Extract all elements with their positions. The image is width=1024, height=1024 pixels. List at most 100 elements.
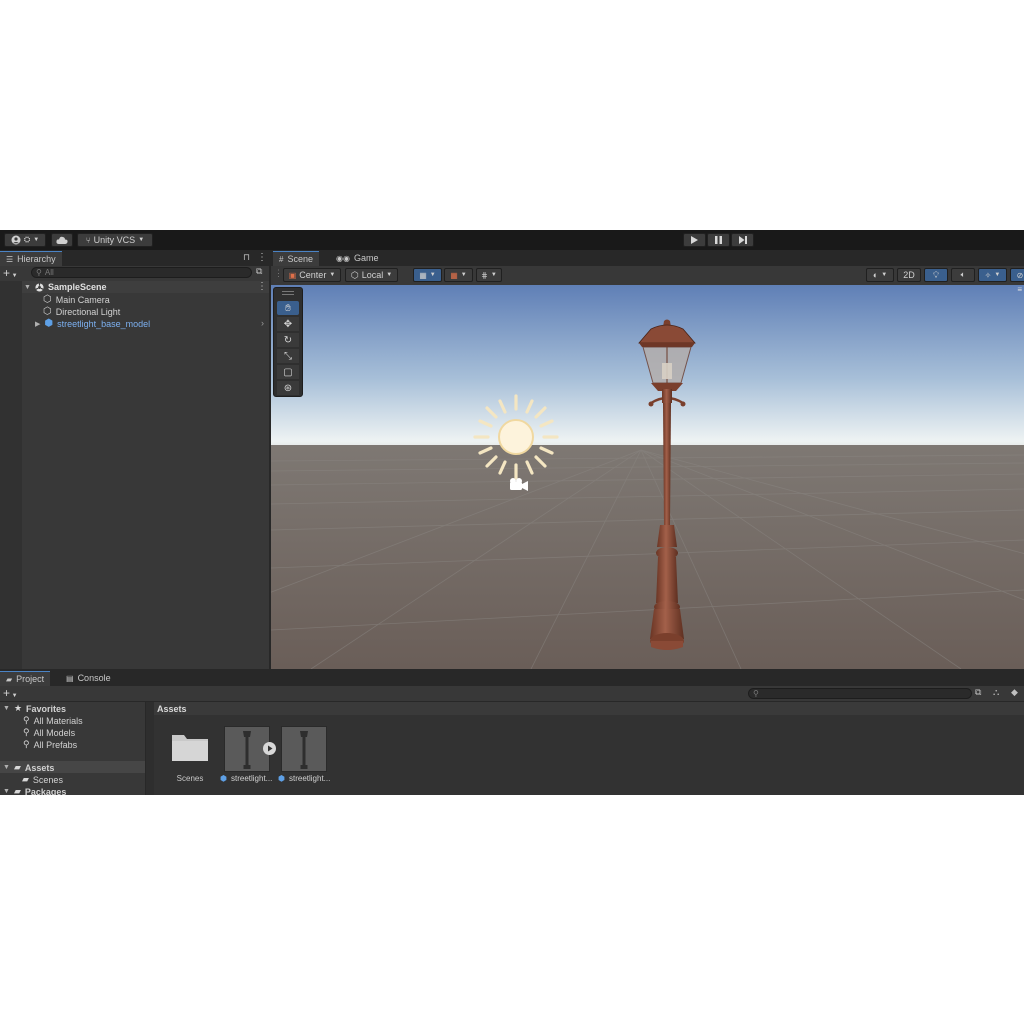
assets-folder-item[interactable]: ▼ ▰ Assets xyxy=(3,762,54,773)
scene-viewport[interactable]: ✋︎ ✥ ↻ ⤡ ▢ ⊛ ≡ xyxy=(271,285,1024,669)
audio-toggle-button[interactable]: 🔈︎ xyxy=(951,268,975,282)
hand-tool-icon: ✋︎ xyxy=(285,302,291,314)
assets-label: Assets xyxy=(24,762,55,773)
rect-tool-button[interactable]: ▢ xyxy=(277,365,299,379)
search-filter-icon[interactable]: ⧉ xyxy=(256,266,262,277)
version-control-dropdown[interactable]: ⑂ Unity VCS ▼ xyxy=(77,233,153,247)
scene-visibility-button[interactable]: ⊘ xyxy=(1010,268,1024,282)
favorites-label: Favorites xyxy=(26,703,67,714)
search-icon: ⚲ xyxy=(23,739,30,749)
hierarchy-item-directional-light[interactable]: ⬡ Directional Light xyxy=(43,306,120,317)
create-asset-button[interactable]: + ▼ xyxy=(3,686,18,700)
folder-icon: ▰ xyxy=(13,786,21,795)
packages-folder-item[interactable]: ▼ ▰ Packages xyxy=(3,786,66,795)
scenes-label: Scenes xyxy=(32,774,63,785)
tab-project-label: Project xyxy=(16,674,45,684)
breadcrumb[interactable]: Assets xyxy=(157,704,187,714)
list-icon: ☰ xyxy=(6,254,14,264)
favorite-item-all-models[interactable]: ⚲ All Models xyxy=(23,727,75,738)
transform-tool-button[interactable]: ⊛ xyxy=(277,381,299,395)
hand-tool-button[interactable]: ✋︎ xyxy=(277,301,299,315)
effects-dropdown[interactable]: ✧ ▼ xyxy=(978,268,1007,282)
asset-label-row: ⬢ streetlight... xyxy=(220,774,272,783)
favorite-item-all-materials[interactable]: ⚲ All Materials xyxy=(23,715,83,726)
ground-plane xyxy=(271,445,1024,669)
streetlight-thumbnail xyxy=(300,731,308,769)
scale-tool-icon: ⤡ xyxy=(284,350,292,362)
play-button[interactable] xyxy=(683,233,706,247)
chevron-down-icon: ▼ xyxy=(329,272,336,278)
expand-caret-icon[interactable]: ▼ xyxy=(24,284,31,291)
draw-mode-dropdown[interactable]: ◐ ▼ xyxy=(866,268,894,282)
tab-hierarchy-label: Hierarchy xyxy=(17,254,56,264)
more-options-icon[interactable]: ⋮ xyxy=(257,252,267,263)
chevron-down-icon: ▼ xyxy=(33,237,40,243)
search-icon: ⚲ xyxy=(23,727,30,737)
search-by-label-icon[interactable]: ⛬ xyxy=(993,687,999,698)
favorite-item-all-prefabs[interactable]: ⚲ All Prefabs xyxy=(23,739,77,750)
toolbar-grip-icon: ⋮ xyxy=(274,268,283,278)
chevron-down-icon: ▼ xyxy=(138,237,145,243)
tab-game[interactable]: ◉◉ Game xyxy=(330,251,384,265)
hierarchy-search-placeholder: All xyxy=(44,268,54,277)
asset-tile-streetlight-prefab[interactable] xyxy=(281,726,327,772)
project-tree-scrollbar[interactable] xyxy=(146,702,154,795)
expand-caret-icon[interactable]: ▼ xyxy=(3,705,10,712)
lighting-toggle-button[interactable]: 💡︎ xyxy=(924,268,948,282)
search-by-type-icon[interactable]: ⧉ xyxy=(975,687,981,698)
cloud-icon xyxy=(56,236,68,244)
pivot-mode-dropdown[interactable]: ▣ Center ▼ xyxy=(283,268,341,282)
tab-project[interactable]: ▰ Project xyxy=(0,671,51,686)
favorite-item-label: All Models xyxy=(33,727,76,738)
hierarchy-item-main-camera[interactable]: ⬡ Main Camera xyxy=(43,294,110,305)
hierarchy-search-input[interactable]: ⚲ All xyxy=(31,267,252,278)
gameobject-cube-icon: ⬡ xyxy=(43,306,52,317)
tag-icon[interactable]: ◆ xyxy=(1011,687,1018,698)
add-object-button[interactable]: + ▼ xyxy=(3,266,18,280)
cloud-button[interactable] xyxy=(51,233,73,247)
scene-root-item[interactable]: ▼ SampleScene xyxy=(24,282,106,292)
tab-console[interactable]: ▤ Console xyxy=(60,671,117,685)
increment-snap-button[interactable]: ▦ ▼ xyxy=(444,268,473,282)
directional-light-gizmo[interactable] xyxy=(473,394,559,480)
scenes-folder-item[interactable]: ▰ Scenes xyxy=(22,774,63,785)
favorites-header[interactable]: ▼ ★ Favorites xyxy=(3,703,66,714)
effects-icon: ✧ xyxy=(984,270,992,280)
project-search-input[interactable]: ⚲ xyxy=(748,688,972,699)
scene-render[interactable] xyxy=(271,285,1024,669)
scene-menu-icon[interactable]: ≡ xyxy=(1017,285,1022,294)
scene-more-icon[interactable]: ⋮ xyxy=(257,281,267,292)
tab-console-label: Console xyxy=(77,673,111,683)
vcs-label: Unity VCS xyxy=(93,235,136,245)
star-icon: ★ xyxy=(13,703,23,713)
grid-visibility-button[interactable]: ⋕ ▼ xyxy=(476,268,502,282)
tab-hierarchy[interactable]: ☰ Hierarchy xyxy=(0,251,62,266)
account-button[interactable]: ⛭ ▼ xyxy=(4,233,46,247)
search-icon: ⚲ xyxy=(23,715,30,725)
toggle-2d-button[interactable]: 2D xyxy=(897,268,921,282)
packages-label: Packages xyxy=(24,786,67,796)
step-button[interactable] xyxy=(731,233,754,247)
pivot-icon: ▣ xyxy=(288,270,297,280)
expand-caret-icon[interactable]: ▼ xyxy=(3,764,10,771)
expand-prefab-button[interactable] xyxy=(263,742,276,755)
folder-icon: ▰ xyxy=(22,774,29,784)
search-icon: ⚲ xyxy=(753,689,759,698)
hierarchy-item-streetlight[interactable]: ▶ ⬢ streetlight_base_model xyxy=(35,318,150,329)
pause-button[interactable] xyxy=(707,233,730,247)
space-mode-dropdown[interactable]: ⬡ Local ▼ xyxy=(345,268,398,282)
tool-palette: ✋︎ ✥ ↻ ⤡ ▢ ⊛ xyxy=(273,287,303,397)
scale-tool-button[interactable]: ⤡ xyxy=(277,349,299,363)
rotate-tool-button[interactable]: ↻ xyxy=(277,333,299,347)
expand-caret-icon[interactable]: ▼ xyxy=(3,788,10,795)
expand-caret-icon[interactable]: ▶ xyxy=(35,320,40,328)
open-folder-icon: ▰ xyxy=(13,762,21,772)
chevron-down-icon: ▼ xyxy=(881,272,888,278)
chevron-right-icon[interactable]: › xyxy=(261,318,264,328)
gameobject-cube-icon: ⬡ xyxy=(43,294,52,305)
grid-snapping-button[interactable]: ▦ ▼ xyxy=(413,268,442,282)
grid-icon: # xyxy=(279,254,284,264)
tab-scene[interactable]: # Scene xyxy=(273,251,319,266)
lock-icon[interactable]: ⊓ xyxy=(243,252,250,263)
move-tool-button[interactable]: ✥ xyxy=(277,317,299,331)
